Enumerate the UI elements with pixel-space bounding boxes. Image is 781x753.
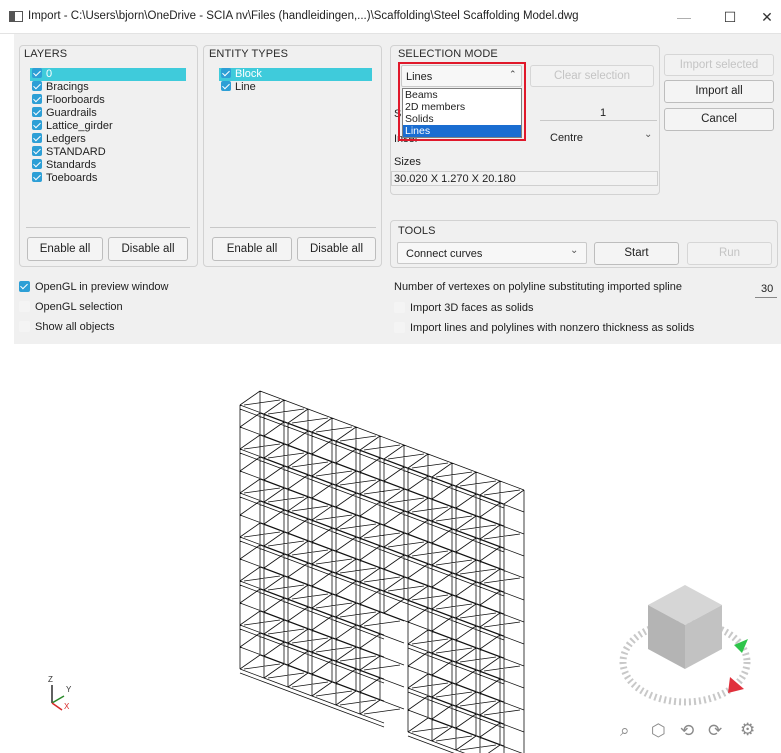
start-button[interactable]: Start — [594, 242, 679, 265]
layer-item[interactable]: Guardrails — [30, 107, 186, 120]
layer-item[interactable]: Ledgers — [30, 133, 186, 146]
import-3d-faces-option[interactable]: Import 3D faces as solids — [394, 302, 534, 314]
chevron-down-icon: ⌄ — [570, 245, 579, 256]
layer-item[interactable]: STANDARD — [30, 146, 186, 159]
annotation-highlight-box — [398, 62, 526, 141]
sizes-field: 30.020 X 1.270 X 20.180 — [391, 171, 658, 186]
left-options: OpenGL in preview window OpenGL selection… — [19, 281, 379, 341]
vertex-count-underline — [755, 297, 777, 298]
layer-label: Ledgers — [46, 133, 86, 145]
axis-z-label: Z — [48, 675, 53, 684]
scaffold-wireframe — [239, 390, 525, 753]
layer-label: 0 — [46, 68, 53, 80]
cancel-button[interactable]: Cancel — [664, 108, 774, 131]
option-row[interactable]: Show all objects — [19, 321, 379, 341]
selection-mode-title: SELECTION MODE — [398, 48, 498, 60]
axis-y-label: Y — [66, 685, 72, 694]
layer-item[interactable]: Floorboards — [30, 94, 186, 107]
checkbox-checked-icon[interactable] — [221, 68, 231, 78]
checkbox-checked-icon[interactable] — [32, 146, 42, 156]
layers-separator — [26, 227, 190, 228]
option-checkbox[interactable] — [19, 281, 30, 292]
chevron-down-icon: ⌄ — [644, 129, 653, 140]
checkbox-checked-icon[interactable] — [221, 81, 231, 91]
close-button[interactable]: ✕ — [747, 6, 781, 28]
import-all-button[interactable]: Import all — [664, 80, 774, 103]
option-row[interactable]: OpenGL selection — [19, 301, 379, 321]
option-checkbox[interactable] — [19, 301, 30, 312]
sizes-label: Sizes — [394, 156, 421, 168]
layer-item[interactable]: Toeboards — [30, 172, 186, 185]
option-row[interactable]: OpenGL in preview window — [19, 281, 379, 301]
minimize-button[interactable]: — — [664, 6, 704, 28]
checkbox-checked-icon[interactable] — [32, 133, 42, 143]
layers-enable-all-button[interactable]: Enable all — [27, 237, 103, 261]
title-bar: Import - C:\Users\bjorn\OneDrive - SCIA … — [0, 0, 781, 34]
pan-icon[interactable]: ⟳ — [708, 721, 722, 741]
layer-label: Guardrails — [46, 107, 97, 119]
option-checkbox[interactable] — [19, 321, 30, 332]
vertex-count-label: Number of vertexes on polyline substitut… — [394, 281, 682, 293]
tools-combo[interactable]: Connect curves ⌄ — [397, 242, 587, 264]
entity-disable-all-button[interactable]: Disable all — [297, 237, 376, 261]
clear-selection-button[interactable]: Clear selection — [530, 65, 654, 87]
import-3d-faces-checkbox[interactable] — [394, 302, 405, 313]
app-icon — [9, 11, 23, 22]
import-lines-thickness-option[interactable]: Import lines and polylines with nonzero … — [394, 322, 694, 334]
layer-item[interactable]: Standards — [30, 159, 186, 172]
entity-types-title: ENTITY TYPES — [209, 48, 289, 60]
checkbox-checked-icon[interactable] — [32, 94, 42, 104]
import-lines-thickness-checkbox[interactable] — [394, 322, 405, 333]
layer-item[interactable]: Bracings — [30, 81, 186, 94]
entity-separator — [210, 227, 376, 228]
layer-label: Floorboards — [46, 94, 105, 106]
layer-label: Lattice_girder — [46, 120, 113, 132]
checkbox-checked-icon[interactable] — [32, 68, 42, 78]
checkbox-checked-icon[interactable] — [32, 159, 42, 169]
entity-type-item[interactable]: Line — [219, 81, 372, 94]
checkbox-checked-icon[interactable] — [32, 172, 42, 182]
view-cube[interactable] — [610, 557, 770, 727]
run-button[interactable]: Run — [687, 242, 772, 265]
import-lines-thickness-label: Import lines and polylines with nonzero … — [410, 322, 695, 334]
insertion-point-combo[interactable]: Centre ⌄ — [540, 128, 657, 146]
layer-label: Toeboards — [46, 172, 98, 184]
zoom-icon[interactable]: ⌕ — [620, 721, 630, 741]
layers-disable-all-button[interactable]: Disable all — [108, 237, 188, 261]
import-selected-button[interactable]: Import selected — [664, 54, 774, 76]
layers-list[interactable]: 0 Bracings Floorboards Guardrails Lattice_gi… — [30, 68, 186, 185]
gear-icon[interactable]: ⚙ — [740, 720, 755, 740]
option-label: OpenGL selection — [35, 301, 123, 313]
import-3d-faces-label: Import 3D faces as solids — [410, 302, 534, 314]
checkbox-checked-icon[interactable] — [32, 107, 42, 117]
tools-value: Connect curves — [406, 248, 483, 260]
entity-type-label: Block — [235, 68, 262, 80]
scale-value[interactable]: 1 — [600, 107, 606, 119]
layer-label: Standards — [46, 159, 97, 171]
window-title: Import - C:\Users\bjorn\OneDrive - SCIA … — [28, 10, 579, 22]
layer-label: STANDARD — [46, 146, 106, 158]
option-label: Show all objects — [35, 321, 115, 333]
orbit-icon[interactable]: ⟲ — [680, 721, 694, 741]
scale-underline — [540, 120, 657, 121]
tools-title: TOOLS — [398, 225, 436, 237]
layer-item[interactable]: Lattice_girder — [30, 120, 186, 133]
cube-view-icon[interactable]: ⬡ — [651, 721, 666, 741]
entity-types-list[interactable]: Block Line — [219, 68, 372, 94]
checkbox-checked-icon[interactable] — [32, 81, 42, 91]
layers-title: LAYERS — [24, 48, 68, 60]
option-label: OpenGL in preview window — [35, 281, 169, 293]
entity-type-label: Line — [235, 81, 256, 93]
insertion-point-value: Centre — [550, 132, 584, 144]
maximize-button[interactable]: ☐ — [710, 6, 750, 28]
vertex-count-value[interactable]: 30 — [761, 283, 773, 295]
axis-x-label: X — [64, 702, 70, 711]
entity-enable-all-button[interactable]: Enable all — [212, 237, 292, 261]
entity-type-item[interactable]: Block — [219, 68, 372, 81]
checkbox-checked-icon[interactable] — [32, 120, 42, 130]
layer-item[interactable]: 0 — [30, 68, 186, 81]
layer-label: Bracings — [46, 81, 89, 93]
preview-viewport[interactable]: Z Y X ⌕ ⬡ ⟲ ⟳ ⚙ — [0, 345, 781, 753]
sizes-value: 30.020 X 1.270 X 20.180 — [394, 173, 516, 185]
